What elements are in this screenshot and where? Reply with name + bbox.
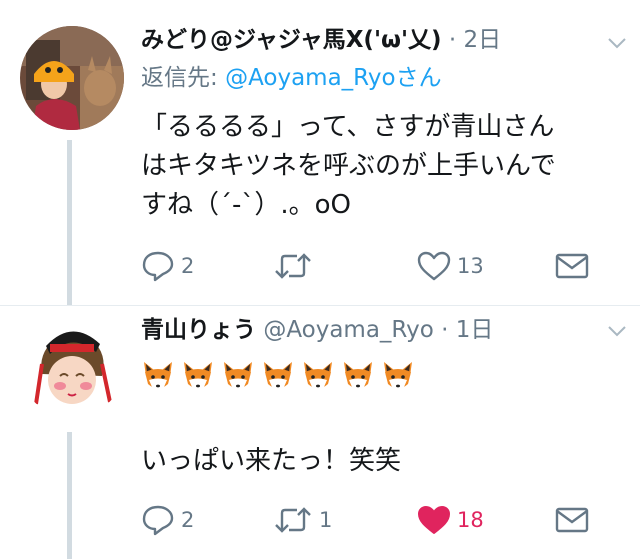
fox-emoji-icon: [261, 360, 295, 394]
timestamp[interactable]: 2日: [463, 27, 501, 53]
display-name[interactable]: 青山りょう: [141, 317, 256, 343]
direct-message-button[interactable]: [555, 248, 589, 284]
retweet-button[interactable]: [273, 248, 319, 284]
heart-icon: [417, 251, 451, 281]
tweet-header: 青山りょう @Aoyama_Ryo · 1日: [141, 312, 640, 348]
chevron-down-icon[interactable]: [606, 320, 628, 342]
retweet-button[interactable]: 1: [273, 502, 332, 538]
avatar-midori[interactable]: [20, 26, 124, 130]
separator-dot: ·: [448, 27, 457, 53]
thread-line: [67, 140, 72, 305]
envelope-icon: [555, 507, 589, 533]
like-button[interactable]: 18: [417, 502, 484, 538]
direct-message-button[interactable]: [555, 502, 589, 538]
reply-count: 2: [181, 254, 195, 278]
emoji-row: [141, 360, 631, 400]
tweet-midori[interactable]: みどり@ジャジャ馬X('ω'乂) · 2日 返信先: @Aoyama_Ryoさん…: [0, 0, 640, 305]
fox-emoji-icon: [141, 360, 175, 394]
retweet-icon: [275, 507, 311, 533]
heart-filled-icon: [418, 506, 450, 534]
tweet-text: いっぱい来たっ！笑笑: [141, 446, 402, 476]
timestamp[interactable]: 1日: [456, 317, 494, 343]
thread-line: [67, 432, 72, 559]
retweet-icon: [275, 253, 311, 279]
reply-count: 2: [181, 508, 195, 532]
tweet-actions: 2 13: [141, 248, 621, 284]
reply-to-label: 返信先:: [141, 65, 218, 91]
reply-button[interactable]: 2: [141, 248, 194, 284]
tweet-text: 「るるるる」って、さすが青山さん はキタキツネを呼ぶのが上手いんで すね（´-`…: [141, 108, 631, 225]
tweet-aoyama[interactable]: 青山りょう @Aoyama_Ryo · 1日 いっぱい来たっ！笑笑 2 1 18: [0, 306, 640, 559]
fox-emoji-icon: [381, 360, 415, 394]
like-button[interactable]: 13: [417, 248, 484, 284]
like-count: 13: [457, 254, 484, 278]
avatar-aoyama[interactable]: [20, 314, 124, 418]
reply-to: 返信先: @Aoyama_Ryoさん: [141, 62, 442, 94]
fox-emoji-icon: [301, 360, 335, 394]
fox-emoji-icon: [341, 360, 375, 394]
fox-emoji-icon: [181, 360, 215, 394]
tweet-actions: 2 1 18: [141, 502, 621, 538]
envelope-icon: [555, 253, 589, 279]
reply-button[interactable]: 2: [141, 502, 194, 538]
tweet-text-line: 「るるるる」って、さすが青山さん: [141, 112, 555, 142]
reply-icon: [142, 251, 174, 282]
fox-emoji-icon: [221, 360, 255, 394]
display-name[interactable]: みどり@ジャジャ馬X('ω'乂): [141, 27, 442, 53]
reply-to-handle-link[interactable]: @Aoyama_Ryoさん: [225, 65, 442, 91]
tweet-text-line: はキタキツネを呼ぶのが上手いんで: [141, 151, 556, 181]
like-count: 18: [457, 508, 484, 532]
tweet-text-line: すね（´-`）.。oO: [141, 190, 352, 220]
chevron-down-icon[interactable]: [606, 32, 628, 54]
tweet-header: みどり@ジャジャ馬X('ω'乂) · 2日: [141, 22, 640, 58]
separator-dot: ·: [441, 317, 449, 343]
reply-icon: [142, 505, 174, 536]
retweet-count: 1: [319, 508, 333, 532]
user-handle[interactable]: @Aoyama_Ryo: [263, 317, 434, 343]
